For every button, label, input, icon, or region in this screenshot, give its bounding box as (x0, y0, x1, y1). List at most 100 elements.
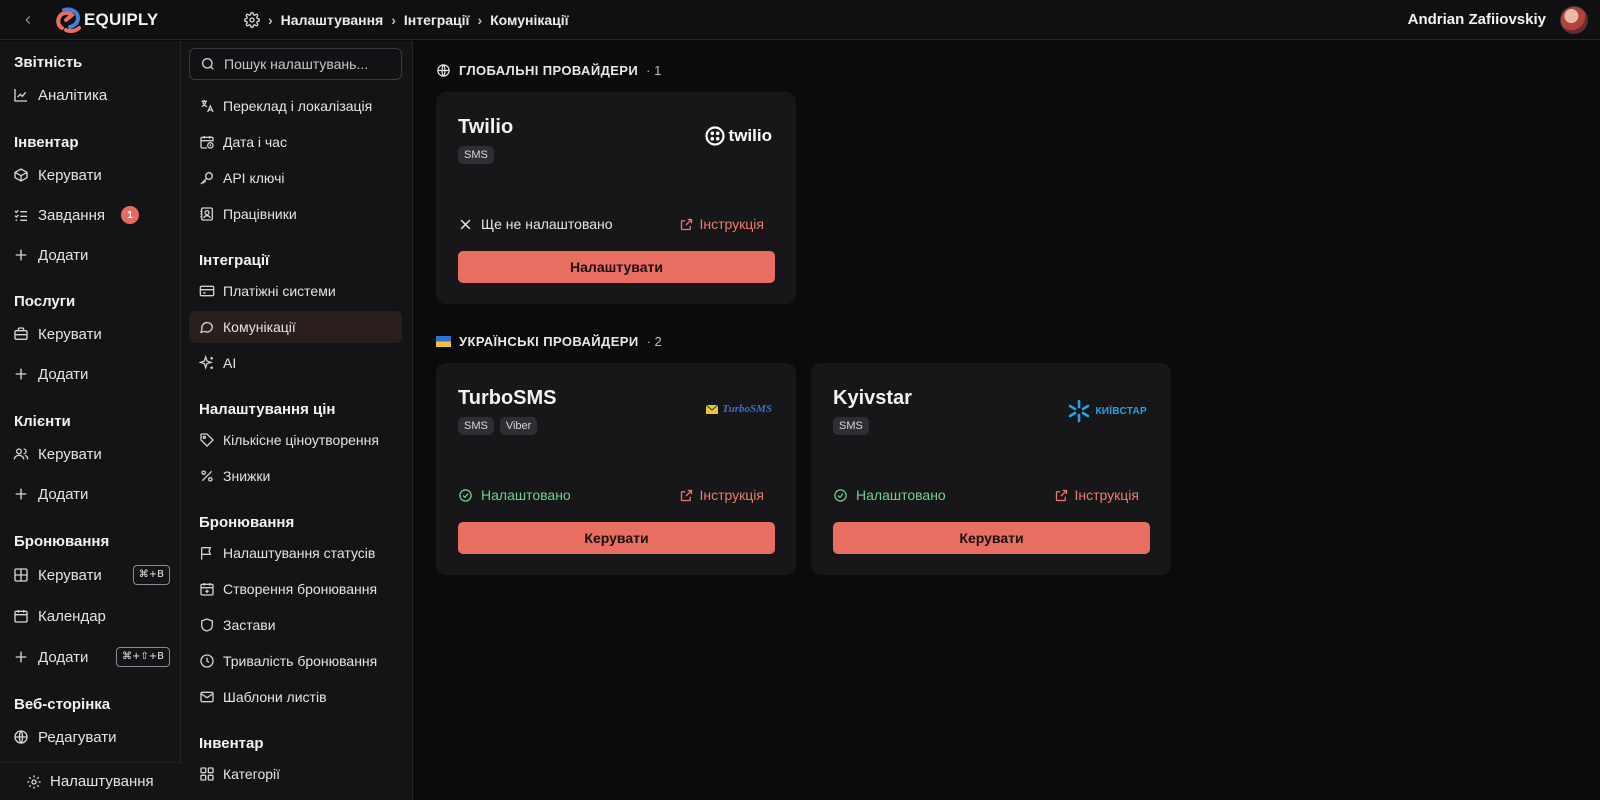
kyivstar-star-icon (1069, 399, 1090, 423)
settings-item-booking-duration[interactable]: Тривалість бронювання (189, 645, 402, 677)
channel-tag: SMS (458, 417, 494, 435)
search-input[interactable] (224, 56, 384, 72)
main-sidebar: Звітність Аналітика Інвентар Керувати За… (0, 41, 181, 800)
breadcrumb-communications: Комунікації (490, 11, 569, 28)
sidebar-item-calendar[interactable]: Календар (12, 602, 170, 630)
back-button[interactable] (0, 0, 56, 40)
chevron-left-icon (25, 15, 31, 24)
settings-item-translation[interactable]: Переклад і локалізація (189, 90, 402, 122)
settings-item-label: Кількісне ціноутворення (223, 432, 379, 448)
check-circle-icon (459, 488, 472, 502)
settings-group-bookings: Бронювання (199, 514, 295, 531)
settings-item-quantity-pricing[interactable]: Кількісне ціноутворення (189, 424, 402, 456)
avatar[interactable] (1560, 5, 1588, 34)
instruction-label: Інструкція (699, 216, 765, 232)
calendar-plus-icon (199, 581, 215, 597)
sidebar-item-label: Налаштування (50, 773, 154, 790)
configure-button[interactable]: Налаштувати (458, 251, 775, 283)
grid-icon (12, 566, 30, 584)
shield-icon (199, 617, 215, 633)
provider-tags: SMS (458, 146, 494, 164)
sidebar-item-clients-manage[interactable]: Керувати (12, 440, 170, 468)
settings-item-employees[interactable]: Працівники (189, 198, 402, 230)
logo-text: twilio (728, 126, 772, 145)
shortcut-hint: ⌘+B (132, 565, 170, 585)
sidebar-item-inventory-add[interactable]: Додати (12, 241, 170, 269)
settings-item-communications[interactable]: Комунікації (189, 311, 402, 343)
equiply-logo-icon (56, 6, 81, 33)
sidebar-item-inventory-manage[interactable]: Керувати (12, 161, 170, 189)
sidebar-section-inventory: Інвентар (14, 134, 79, 151)
box-icon (12, 166, 30, 184)
section-count: · 2 (646, 334, 662, 349)
status-text: Ще не налаштовано (481, 216, 613, 232)
sidebar-item-label: Календар (38, 607, 106, 625)
manage-button[interactable]: Керувати (458, 522, 775, 554)
plus-icon (12, 365, 30, 383)
ukraine-flag-icon (436, 336, 451, 347)
calendar-icon (12, 607, 30, 625)
settings-item-datetime[interactable]: Дата і час (189, 126, 402, 158)
status-text: Налаштовано (481, 487, 571, 503)
settings-search[interactable] (189, 48, 402, 80)
settings-group-integrations: Інтеграції (199, 252, 270, 269)
settings-item-label: Дата і час (223, 134, 287, 150)
settings-item-email-templates[interactable]: Шаблони листів (189, 681, 402, 713)
plus-icon (12, 485, 30, 503)
key-icon (199, 170, 215, 186)
manage-button[interactable]: Керувати (833, 522, 1150, 554)
sidebar-item-bookings-manage[interactable]: Керувати ⌘+B (12, 561, 170, 589)
sidebar-section-website: Веб-сторінка (14, 696, 111, 713)
plus-icon (12, 246, 30, 264)
settings-item-label: AI (223, 355, 237, 371)
sidebar-item-services-add[interactable]: Додати (12, 360, 170, 388)
settings-item-label: Знижки (223, 468, 271, 484)
main-content: ГЛОБАЛЬНІ ПРОВАЙДЕРИ · 1 Twilio SMS twil… (414, 41, 1600, 800)
app-logo[interactable]: EQUIPLY (56, 6, 206, 34)
user-menu[interactable]: Andrian Zafiiovskiy (1408, 5, 1600, 34)
settings-item-label: API ключі (223, 170, 285, 186)
sidebar-item-tasks[interactable]: Завдання 1 (12, 201, 170, 229)
credit-card-icon (199, 283, 215, 299)
settings-item-discounts[interactable]: Знижки (189, 460, 402, 492)
chevron-right-icon: › (268, 11, 273, 28)
contact-icon (199, 206, 215, 222)
sidebar-section-services: Послуги (14, 293, 76, 310)
status-not-configured: Ще не налаштовано (458, 216, 613, 232)
globe-icon (12, 728, 30, 746)
sidebar-item-website-edit[interactable]: Редагувати (12, 723, 170, 751)
instruction-link[interactable]: Інструкція (679, 216, 765, 232)
settings-item-ai[interactable]: AI (189, 347, 402, 379)
external-link-icon (1055, 489, 1067, 501)
sidebar-item-label: Керувати (38, 445, 102, 463)
flag-icon (199, 545, 215, 561)
settings-item-deposits[interactable]: Застави (189, 609, 402, 641)
turbosms-logo: TurboSMS (706, 403, 772, 415)
sidebar-item-settings[interactable]: Налаштування (0, 762, 181, 800)
breadcrumb-integrations[interactable]: Інтеграції (404, 12, 470, 28)
sidebar-item-clients-add[interactable]: Додати (12, 480, 170, 508)
instruction-link[interactable]: Інструкція (679, 487, 764, 503)
settings-item-payments[interactable]: Платіжні системи (189, 275, 402, 307)
breadcrumb-settings[interactable]: Налаштування (281, 12, 384, 28)
instruction-link[interactable]: Інструкція (1054, 487, 1139, 503)
search-icon (202, 58, 214, 70)
settings-item-categories[interactable]: Категорії (189, 758, 402, 790)
chat-icon (199, 319, 215, 335)
sidebar-item-bookings-add[interactable]: Додати ⌘+⇧+B (12, 643, 170, 671)
top-bar: EQUIPLY › Налаштування › Інтеграції › Ко… (0, 0, 1600, 40)
sidebar-item-services-manage[interactable]: Керувати (12, 320, 170, 348)
gear-icon[interactable] (244, 11, 260, 28)
channel-tag: Viber (499, 417, 538, 435)
settings-item-label: Тривалість бронювання (223, 653, 378, 669)
chevron-right-icon: › (391, 11, 396, 28)
sidebar-item-label: Додати (38, 485, 89, 503)
sidebar-item-label: Керувати (38, 566, 102, 584)
settings-item-statuses[interactable]: Налаштування статусів (189, 537, 402, 569)
settings-item-api-keys[interactable]: API ключі (189, 162, 402, 194)
settings-item-booking-creation[interactable]: Створення бронювання (189, 573, 402, 605)
settings-item-label: Створення бронювання (223, 581, 378, 597)
sidebar-item-analytics[interactable]: Аналітика (12, 81, 170, 109)
sparkle-icon (199, 355, 215, 371)
logo-text: КИЇВСТАР (1095, 405, 1147, 417)
